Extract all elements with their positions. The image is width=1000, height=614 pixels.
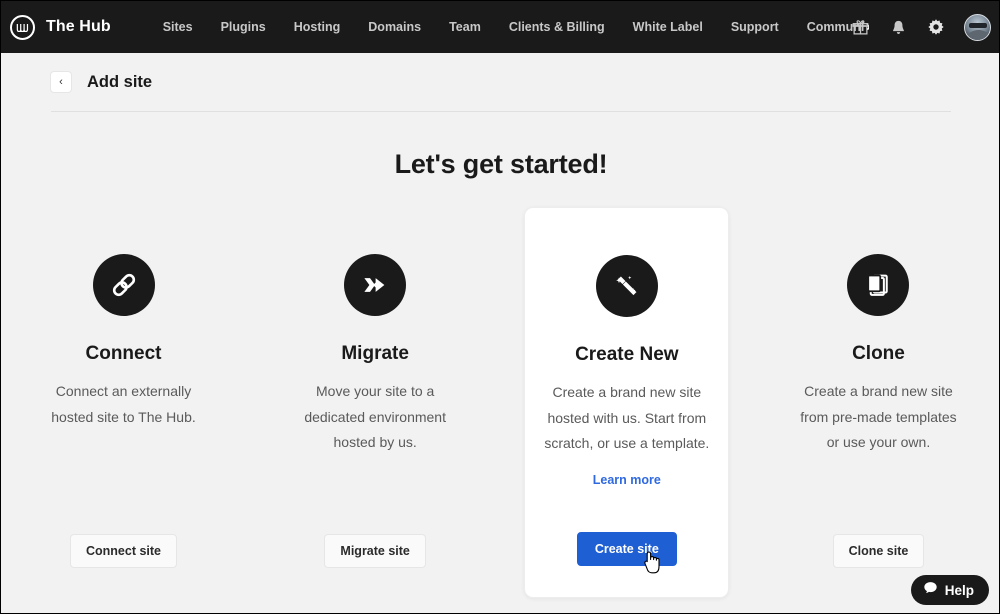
card-clone[interactable]: Clone Create a brand new site from pre-m… (776, 207, 981, 599)
brand[interactable]: The Hub (1, 14, 111, 40)
learn-more-link[interactable]: Learn more (593, 473, 661, 487)
create-site-button[interactable]: Create site (576, 532, 677, 566)
back-button[interactable]: ‹ (50, 71, 72, 93)
card-create-new[interactable]: Create New Create a brand new site hoste… (524, 207, 730, 598)
nav-link-hosting[interactable]: Hosting (280, 1, 355, 53)
magic-wand-icon (595, 255, 658, 317)
help-widget[interactable]: Help (910, 575, 989, 605)
card-action: Create site (576, 532, 677, 566)
bell-icon[interactable] (888, 17, 908, 37)
migrate-site-button[interactable]: Migrate site (324, 534, 426, 568)
chat-bubble-icon (923, 580, 938, 600)
nav-link-sites[interactable]: Sites (149, 1, 207, 53)
gift-icon[interactable] (850, 17, 870, 37)
card-title: Create New (575, 344, 679, 365)
card-description: Create a brand new site hosted with us. … (544, 384, 710, 451)
app-root: The Hub Sites Plugins Hosting Domains Te… (0, 0, 1000, 614)
brand-name: The Hub (46, 18, 111, 35)
hub-circle-logo-icon (10, 14, 35, 40)
copy-documents-icon (847, 254, 910, 316)
arrow-transfer-icon (344, 254, 407, 316)
card-action: Clone site (832, 534, 925, 568)
option-cards: Connect Connect an externally hosted sit… (21, 207, 981, 599)
gear-icon[interactable] (926, 17, 946, 37)
card-connect[interactable]: Connect Connect an externally hosted sit… (21, 207, 226, 599)
nav-link-plugins[interactable]: Plugins (207, 1, 280, 53)
card-description: Move your site to a dedicated environmen… (304, 383, 446, 450)
help-label: Help (944, 582, 974, 598)
nav-links: Sites Plugins Hosting Domains Team Clien… (149, 1, 869, 53)
card-title: Migrate (341, 343, 409, 364)
link-chain-icon (92, 254, 155, 316)
card-title: Clone (852, 343, 905, 364)
connect-site-button[interactable]: Connect site (69, 534, 177, 568)
navbar-actions (850, 1, 991, 53)
nav-link-support[interactable]: Support (717, 1, 793, 53)
header-divider (51, 111, 951, 112)
page-title: Add site (87, 72, 153, 91)
headline: Let's get started! (394, 149, 608, 179)
card-action: Connect site (69, 534, 177, 568)
nav-link-team[interactable]: Team (435, 1, 495, 53)
card-migrate[interactable]: Migrate Move your site to a dedicated en… (273, 207, 478, 599)
card-description: Create a brand new site from pre-made te… (800, 383, 957, 450)
card-description: Connect an externally hosted site to The… (51, 383, 196, 425)
top-navbar: The Hub Sites Plugins Hosting Domains Te… (1, 1, 999, 53)
nav-link-white-label[interactable]: White Label (619, 1, 717, 53)
card-title: Connect (85, 343, 162, 364)
nav-link-domains[interactable]: Domains (354, 1, 435, 53)
card-action: Migrate site (324, 534, 426, 568)
clone-site-button[interactable]: Clone site (832, 534, 925, 568)
avatar[interactable] (964, 13, 991, 41)
subheader: ‹ Add site (1, 53, 999, 111)
nav-link-clients-billing[interactable]: Clients & Billing (495, 1, 619, 53)
